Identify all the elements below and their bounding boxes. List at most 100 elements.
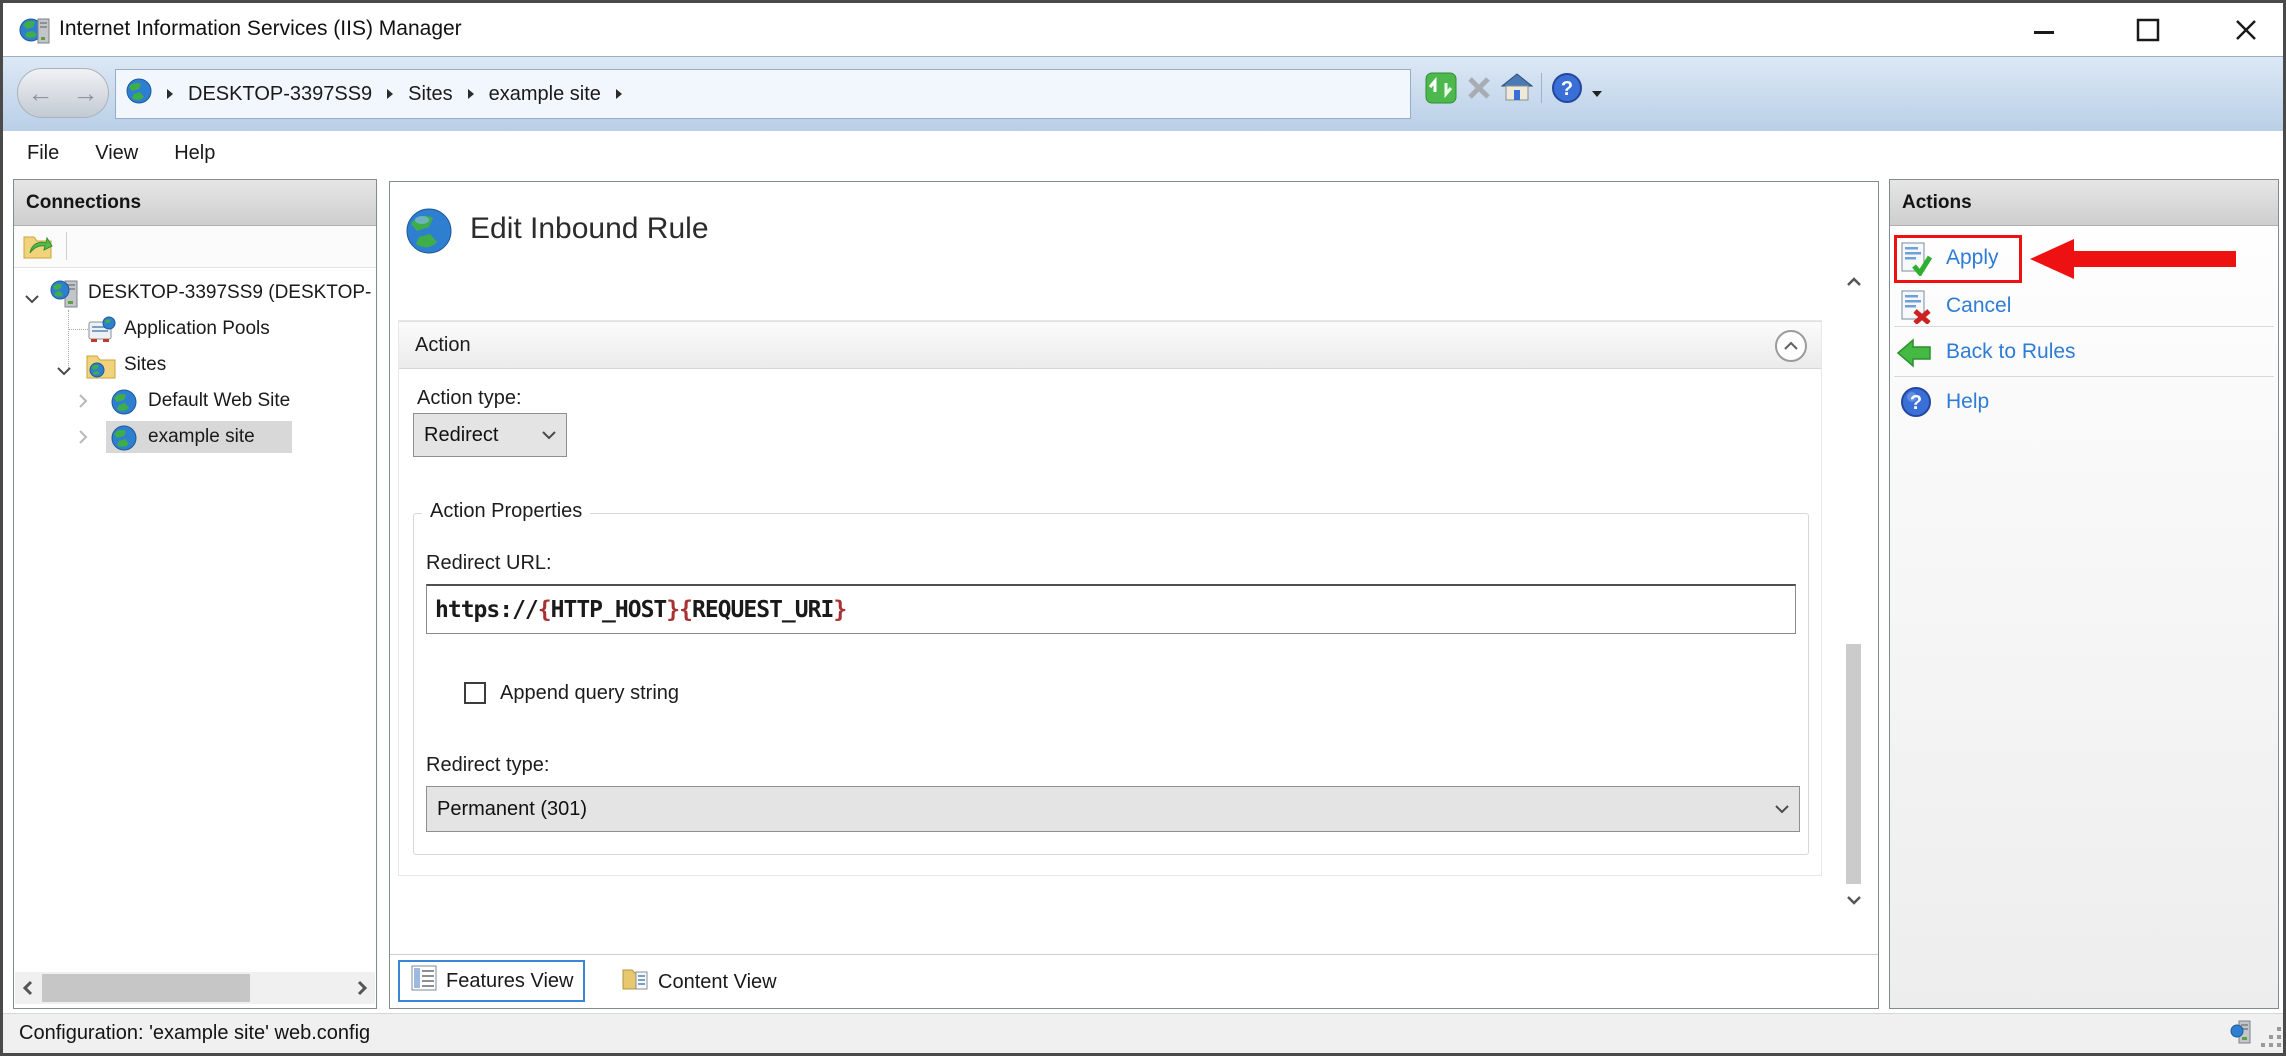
connections-panel: Connections	[13, 179, 377, 1009]
iis-manager-window: Internet Information Services (IIS) Mana…	[0, 0, 2286, 1056]
chevron-down-icon[interactable]	[24, 288, 40, 310]
action-type-value: Redirect	[414, 424, 532, 447]
tab-label: Features View	[446, 970, 573, 993]
save-connection-icon[interactable]	[22, 231, 54, 266]
features-view-icon	[410, 964, 438, 998]
toolbar-divider	[66, 232, 67, 260]
chevron-down-icon[interactable]	[56, 360, 72, 382]
back-arrow-icon	[1896, 338, 1932, 373]
tabs-divider	[390, 954, 1878, 955]
chevron-right-icon[interactable]	[78, 429, 88, 451]
nav-back-forward: ← →	[17, 68, 109, 118]
tree-item-default-web-site[interactable]: Default Web Site	[14, 384, 376, 420]
chevron-down-icon	[532, 430, 566, 440]
breadcrumb-item-example-site[interactable]: example site	[489, 83, 601, 106]
menu-help[interactable]: Help	[162, 138, 227, 169]
help-dropdown-icon[interactable]	[1591, 85, 1603, 103]
site-globe-icon	[110, 424, 138, 458]
menu-bar: File View Help	[3, 131, 2283, 175]
toolbar-divider	[1541, 73, 1542, 103]
tree-item-label[interactable]: Sites	[124, 354, 166, 376]
close-button[interactable]	[2221, 13, 2271, 47]
actions-title: Actions	[1890, 192, 1972, 214]
redirect-type-select[interactable]: Permanent (301)	[426, 786, 1800, 832]
forward-icon[interactable]: →	[73, 80, 99, 106]
tree-item-label[interactable]: Application Pools	[124, 318, 270, 340]
back-icon[interactable]: ←	[28, 80, 54, 106]
breadcrumb-separator-icon	[467, 88, 475, 100]
action-type-label: Action type:	[417, 387, 522, 410]
action-section-header: Action	[399, 321, 1821, 369]
maximize-button[interactable]	[2123, 13, 2173, 47]
help-sphere-icon: ?	[1900, 386, 1932, 423]
tab-content-view[interactable]: Content View	[612, 962, 787, 1002]
cancel-icon	[1900, 290, 1934, 329]
status-bar: Configuration: 'example site' web.config	[3, 1013, 2283, 1053]
help-link[interactable]: Help	[1946, 390, 1989, 414]
scroll-left-icon[interactable]	[15, 972, 41, 1004]
tree-item-label[interactable]: example site	[148, 426, 255, 448]
window-title: Internet Information Services (IIS) Mana…	[59, 17, 462, 41]
breadcrumb-separator-icon	[166, 88, 174, 100]
actions-panel: Actions Apply	[1889, 179, 2279, 1009]
tree-item-label[interactable]: DESKTOP-3397SS9 (DESKTOP-	[88, 282, 371, 304]
tab-features-view[interactable]: Features View	[398, 960, 585, 1002]
tree-item-server[interactable]: DESKTOP-3397SS9 (DESKTOP-	[14, 276, 376, 312]
redirect-type-value: Permanent (301)	[427, 798, 1765, 821]
feature-page-panel: Edit Inbound Rule Action Action type: Re…	[389, 181, 1879, 1009]
breadcrumb-item-sites[interactable]: Sites	[408, 83, 452, 106]
redirect-type-label: Redirect type:	[426, 754, 549, 777]
append-query-string-checkbox[interactable]	[464, 682, 486, 704]
scroll-right-icon[interactable]	[349, 972, 375, 1004]
minimize-button[interactable]	[2019, 13, 2069, 47]
connections-title: Connections	[14, 192, 141, 214]
configuration-status-icon	[2229, 1019, 2257, 1052]
breadcrumb[interactable]: DESKTOP-3397SS9 Sites example site	[115, 69, 1411, 119]
menu-view[interactable]: View	[83, 138, 150, 169]
server-icon	[50, 279, 80, 315]
site-globe-icon	[110, 388, 138, 422]
actions-separator	[1894, 376, 2274, 377]
collapse-section-icon[interactable]	[1775, 330, 1807, 362]
scrollbar-thumb[interactable]	[1846, 644, 1861, 884]
actions-header: Actions	[1890, 180, 2278, 226]
menu-file[interactable]: File	[15, 138, 71, 169]
content-view-icon	[622, 966, 650, 998]
svg-text:?: ?	[1561, 78, 1573, 100]
redirect-url-label: Redirect URL:	[426, 552, 552, 575]
help-icon[interactable]: ?	[1549, 70, 1585, 106]
back-to-rules-link[interactable]: Back to Rules	[1946, 340, 2076, 364]
action-section: Action Action type: Redirect Action Prop…	[398, 320, 1822, 876]
application-pools-icon	[86, 315, 116, 351]
action-properties-legend: Action Properties	[422, 500, 590, 523]
connections-h-scrollbar[interactable]	[15, 972, 375, 1004]
tab-label: Content View	[658, 971, 777, 994]
scroll-up-icon[interactable]	[1842, 270, 1866, 294]
page-globe-icon	[404, 206, 454, 261]
chevron-right-icon[interactable]	[78, 393, 88, 415]
breadcrumb-separator-icon	[386, 88, 394, 100]
action-type-select[interactable]: Redirect	[413, 413, 567, 457]
apply-highlight-box	[1894, 235, 2022, 283]
action-properties-group: Action Properties Redirect URL: https://…	[413, 513, 1809, 855]
tree-item-sites[interactable]: Sites	[14, 348, 376, 384]
cancel-link[interactable]: Cancel	[1946, 294, 2011, 318]
breadcrumb-separator-icon	[615, 88, 623, 100]
chevron-down-icon	[1765, 804, 1799, 814]
resize-grip[interactable]	[2261, 1025, 2283, 1056]
svg-text:?: ?	[1910, 392, 1922, 414]
scrollbar-thumb[interactable]	[42, 974, 250, 1002]
annotation-arrow	[2028, 236, 2240, 287]
redirect-url-input[interactable]: https://{HTTP_HOST}{REQUEST_URI}	[426, 584, 1796, 634]
connections-toolbar	[14, 226, 376, 268]
sites-folder-icon	[86, 352, 116, 386]
tree-item-label[interactable]: Default Web Site	[148, 390, 290, 412]
restart-icon[interactable]	[1423, 70, 1459, 106]
tree-item-example-site[interactable]: example site	[14, 420, 376, 456]
scroll-down-icon[interactable]	[1842, 888, 1866, 912]
breadcrumb-item-server[interactable]: DESKTOP-3397SS9	[188, 83, 372, 106]
append-query-string-label[interactable]: Append query string	[500, 682, 679, 705]
stop-icon	[1461, 70, 1497, 106]
tree-item-application-pools[interactable]: Application Pools	[14, 312, 376, 348]
home-icon[interactable]	[1499, 70, 1535, 106]
